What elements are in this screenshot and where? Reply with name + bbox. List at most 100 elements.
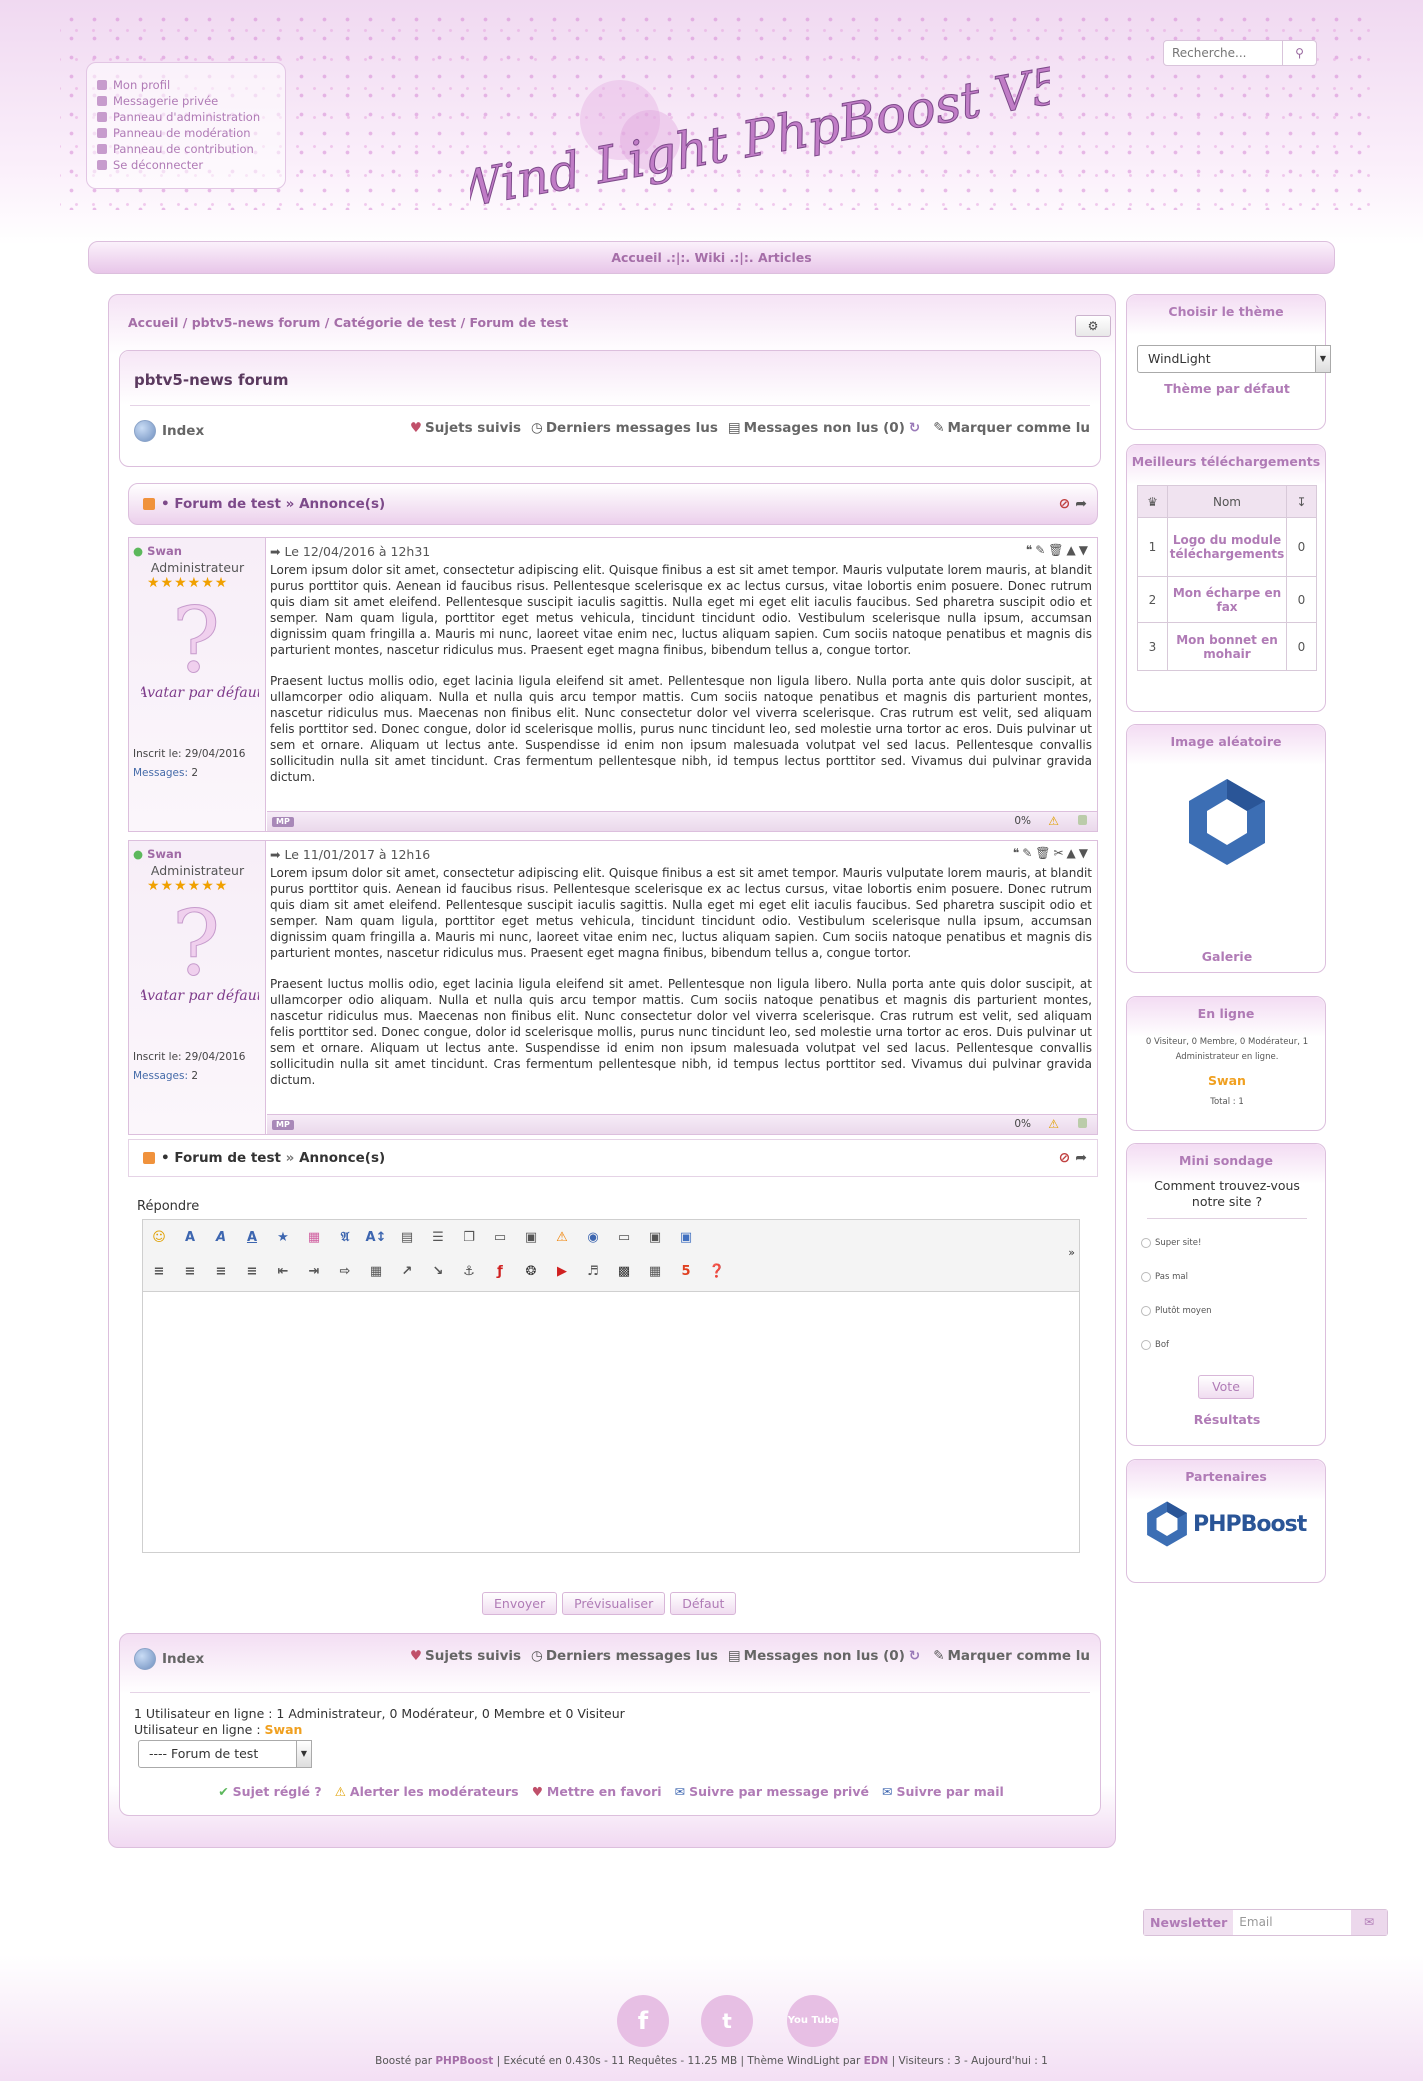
results-link[interactable]: Résultats (1127, 1412, 1327, 1427)
gallery-icon[interactable]: ▣ (643, 1226, 667, 1248)
float-left-icon[interactable]: ⇤ (271, 1260, 295, 1282)
smiley-icon[interactable]: ☺ (147, 1226, 171, 1248)
default-theme-link[interactable]: Thème par défaut (1127, 381, 1327, 396)
facebook-icon[interactable]: f (617, 1995, 669, 2047)
gallery-link[interactable]: Galerie (1127, 949, 1327, 964)
poll-option[interactable]: Pas mal (1141, 1272, 1188, 1282)
font-icon[interactable]: 𝔄 (333, 1226, 357, 1248)
table-icon[interactable]: ▦ (364, 1260, 388, 1282)
preview-button[interactable]: Prévisualiser (562, 1592, 666, 1615)
nav-links[interactable]: Accueil .:|:. Wiki .:|:. Articles (611, 250, 811, 265)
poll-option[interactable]: Bof (1141, 1340, 1169, 1350)
post-date[interactable]: ➡ Le 12/04/2016 à 12h31 (270, 544, 430, 559)
sup-icon[interactable]: ↗ (395, 1260, 419, 1282)
globe-icon[interactable]: ◉ (581, 1226, 605, 1248)
lock-icon[interactable] (1078, 815, 1087, 825)
index-link[interactable]: Index (134, 420, 204, 442)
category-topic-link[interactable]: Annonce(s) (299, 1150, 385, 1166)
indent-icon[interactable]: ⇨ (333, 1260, 357, 1282)
youtube-icon[interactable]: You Tube (787, 1995, 839, 2047)
partner-logo[interactable]: PHPBoost (1145, 1500, 1307, 1548)
size-icon[interactable]: A↕ (364, 1226, 388, 1248)
online-user-link[interactable]: Swan (1127, 1073, 1327, 1088)
poll-option[interactable]: Plutôt moyen (1141, 1306, 1212, 1316)
warning-icon[interactable]: ⚠ (1048, 814, 1059, 828)
author-link[interactable]: ● Swan (133, 544, 182, 558)
favorite-link[interactable]: ♥ Mettre en favori (532, 1784, 662, 1799)
lock-topic-icon[interactable]: ⊘ ➦ (1059, 496, 1087, 512)
youtube-icon[interactable]: ▶ (550, 1260, 574, 1282)
lock-icon[interactable]: ▣ (519, 1226, 543, 1248)
image-icon[interactable]: ▭ (612, 1226, 636, 1248)
unread-link[interactable]: ▤ Messages non lus (0) ↻ (728, 1648, 923, 1664)
post-date[interactable]: ➡ Le 11/01/2017 à 12h16 (270, 847, 430, 862)
float-right-icon[interactable]: ⇥ (302, 1260, 326, 1282)
menu-item-messages[interactable]: Messagerie privée (97, 93, 285, 109)
theme-select[interactable]: WindLight ▼ (1137, 345, 1331, 373)
editor-textarea[interactable] (143, 1292, 1079, 1552)
color-icon[interactable]: ▦ (302, 1226, 326, 1248)
search-input[interactable] (1163, 40, 1283, 66)
site-logo[interactable]: Wind Light PhpBoost V5 (470, 60, 1050, 210)
mark-read-link[interactable]: ✎ Marquer comme lu (933, 420, 1090, 436)
search-button[interactable]: ⚲ (1283, 40, 1317, 66)
breadcrumb[interactable]: Accueil / pbtv5-news forum / Catégorie d… (128, 315, 568, 330)
anchor-icon[interactable]: ⚓ (457, 1260, 481, 1282)
menu-item-admin[interactable]: Panneau d'administration (97, 109, 285, 125)
justify-icon[interactable]: ≡ (240, 1260, 264, 1282)
menu-item-profile[interactable]: Mon profil (97, 77, 285, 93)
menu-item-contribution[interactable]: Panneau de contribution (97, 141, 285, 157)
settings-button[interactable]: ⚙ (1075, 315, 1111, 337)
save-icon[interactable]: ▣ (674, 1226, 698, 1248)
online-user-link[interactable]: Swan (265, 1722, 303, 1737)
sound-icon[interactable]: ♬ (581, 1260, 605, 1282)
followed-topics-link[interactable]: ♥ Sujets suivis (410, 420, 521, 436)
main-nav[interactable]: Accueil .:|:. Wiki .:|:. Articles (88, 241, 1335, 274)
underline-icon[interactable]: A (240, 1226, 264, 1248)
category-forum-link[interactable]: Forum de test (174, 1150, 281, 1166)
follow-pm-link[interactable]: ✉ Suivre par message privé (675, 1784, 869, 1799)
send-button[interactable]: Envoyer (482, 1592, 558, 1615)
edn-link[interactable]: EDN (864, 2055, 889, 2067)
phpboost-link[interactable]: PHPBoost (435, 2055, 493, 2067)
movie-icon[interactable]: ❂ (519, 1260, 543, 1282)
category-topic-link[interactable]: Annonce(s) (299, 496, 385, 512)
toolbar-more-icon[interactable]: » (1068, 1246, 1075, 1259)
solved-link[interactable]: ✔ Sujet réglé ? (218, 1784, 321, 1799)
code-icon[interactable]: ▩ (612, 1260, 636, 1282)
author-link[interactable]: ● Swan (133, 847, 182, 861)
reset-button[interactable]: Défaut (670, 1592, 737, 1615)
vote-button[interactable]: Vote (1198, 1375, 1254, 1399)
warning-icon[interactable]: ⚠ (550, 1226, 574, 1248)
post-tools[interactable]: ❝✎🗑✂▲▼ (1013, 846, 1091, 860)
pm-button[interactable]: MP (272, 1120, 294, 1130)
list-icon[interactable]: ☰ (426, 1226, 450, 1248)
help-icon[interactable]: ❓ (705, 1260, 729, 1282)
unread-link[interactable]: ▤ Messages non lus (0) ↻ (728, 420, 923, 436)
menu-item-logout[interactable]: Se déconnecter (97, 157, 285, 173)
hide-icon[interactable]: ▭ (488, 1226, 512, 1248)
quote-icon[interactable]: ❐ (457, 1226, 481, 1248)
strike-icon[interactable]: ★ (271, 1226, 295, 1248)
html5-icon[interactable]: 5 (674, 1260, 698, 1282)
align-center-icon[interactable]: ≡ (178, 1260, 202, 1282)
category-forum-link[interactable]: Forum de test (174, 496, 281, 512)
lock-topic-icon[interactable]: ⊘ ➦ (1059, 1150, 1087, 1166)
twitter-icon[interactable]: t (701, 1995, 753, 2047)
forum-select[interactable]: ---- Forum de test ▼ (138, 1740, 312, 1768)
pm-button[interactable]: MP (272, 817, 294, 827)
warning-icon[interactable]: ⚠ (1048, 1117, 1059, 1131)
menu-item-moderation[interactable]: Panneau de modération (97, 125, 285, 141)
random-image[interactable] (1185, 777, 1269, 867)
post-tools[interactable]: ❝✎🗑▲▼ (1026, 543, 1091, 557)
last-read-link[interactable]: ◷ Derniers messages lus (531, 1648, 718, 1664)
align-left-icon[interactable]: ≡ (147, 1260, 171, 1282)
last-read-link[interactable]: ◷ Derniers messages lus (531, 420, 718, 436)
follow-mail-link[interactable]: ✉ Suivre par mail (882, 1784, 1004, 1799)
mark-read-link[interactable]: ✎ Marquer comme lu (933, 1648, 1090, 1664)
lock-icon[interactable] (1078, 1118, 1087, 1128)
math-icon[interactable]: ▦ (643, 1260, 667, 1282)
bold-icon[interactable]: A (178, 1226, 202, 1248)
alert-moderators-link[interactable]: ⚠ Alerter les modérateurs (335, 1784, 519, 1799)
followed-topics-link[interactable]: ♥ Sujets suivis (410, 1648, 521, 1664)
